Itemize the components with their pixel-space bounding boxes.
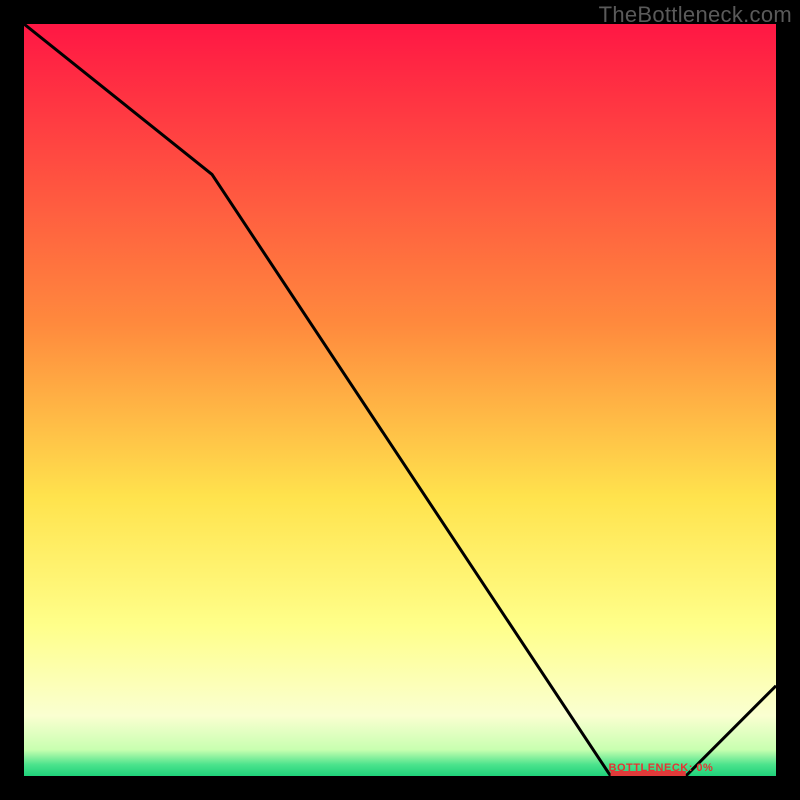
chart-background-gradient xyxy=(24,24,776,776)
chart-plot-area: BOTTLENECK: 0% xyxy=(24,24,776,776)
chart-svg xyxy=(24,24,776,776)
bottleneck-marker-label: BOTTLENECK: 0% xyxy=(609,762,714,774)
watermark-text: TheBottleneck.com xyxy=(599,2,792,28)
